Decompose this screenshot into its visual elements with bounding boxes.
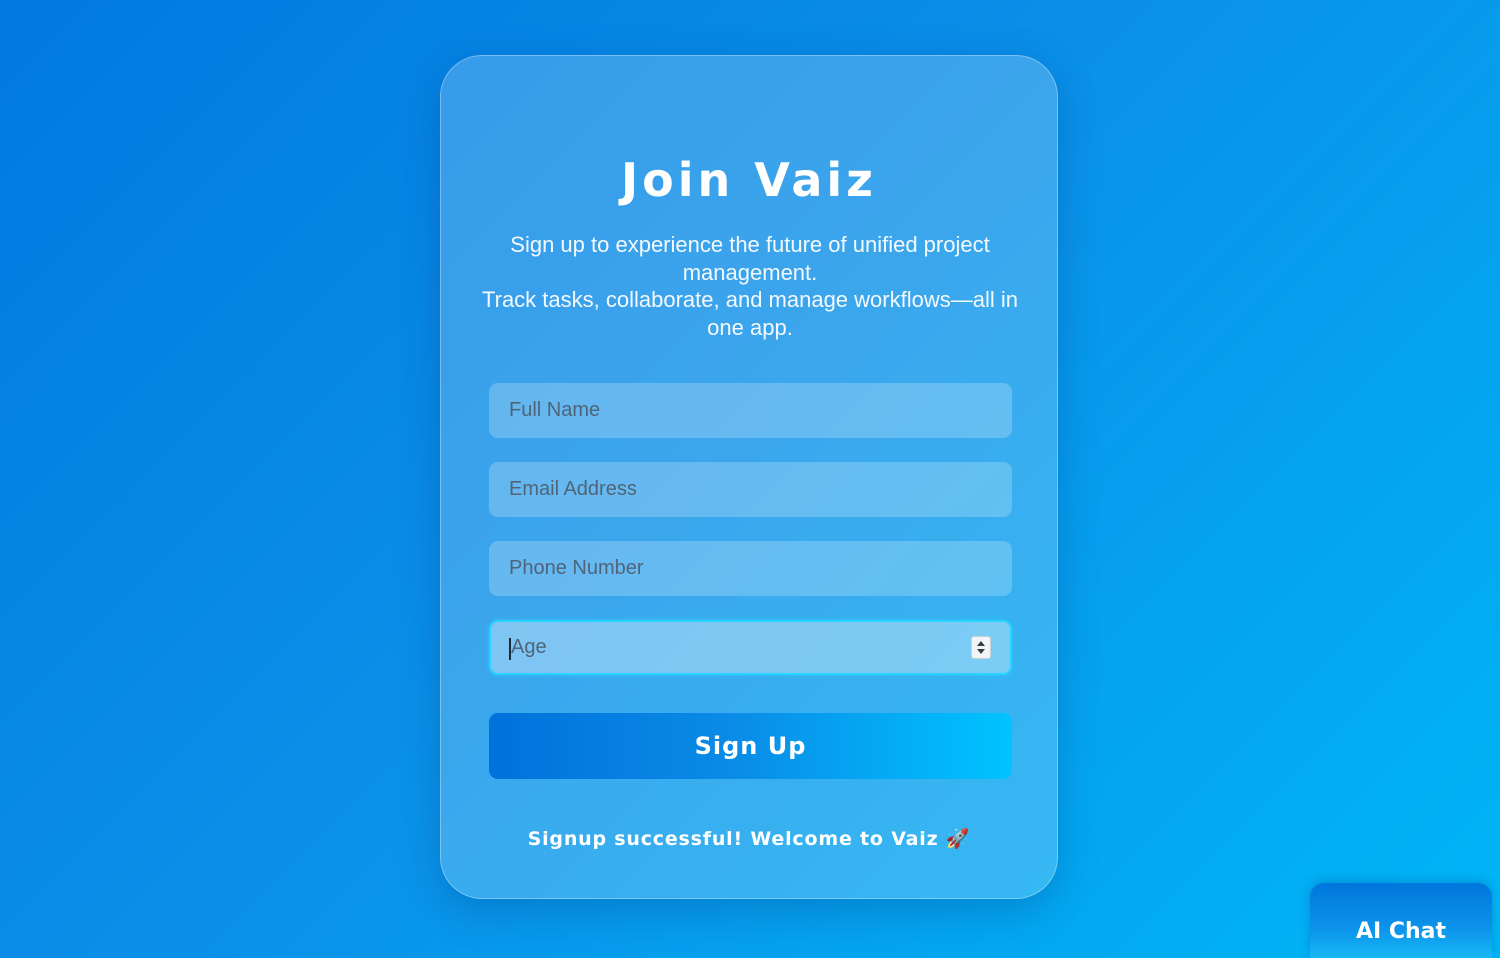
email-input[interactable] — [489, 462, 1012, 517]
signup-subtitle: Sign up to experience the future of unif… — [481, 231, 1019, 341]
text-caret — [509, 638, 511, 660]
spinner-up-icon[interactable] — [977, 641, 985, 646]
phone-number-input[interactable] — [489, 541, 1012, 596]
spinner-arrows-icon[interactable] — [971, 636, 991, 659]
full-name-input[interactable] — [489, 383, 1012, 438]
ai-chat-button[interactable]: AI Chat — [1310, 883, 1492, 958]
page-title: Join Vaiz — [621, 153, 877, 207]
sign-up-button[interactable]: Sign Up — [489, 713, 1012, 779]
subtitle-line-1: Sign up to experience the future of unif… — [510, 232, 990, 285]
age-input[interactable] — [489, 620, 1012, 675]
spinner-down-icon[interactable] — [977, 649, 985, 654]
subtitle-line-2: Track tasks, collaborate, and manage wor… — [482, 287, 1018, 340]
signup-success-message: Signup successful! Welcome to Vaiz 🚀 — [527, 828, 971, 850]
signup-card: Join Vaiz Sign up to experience the futu… — [440, 55, 1058, 899]
